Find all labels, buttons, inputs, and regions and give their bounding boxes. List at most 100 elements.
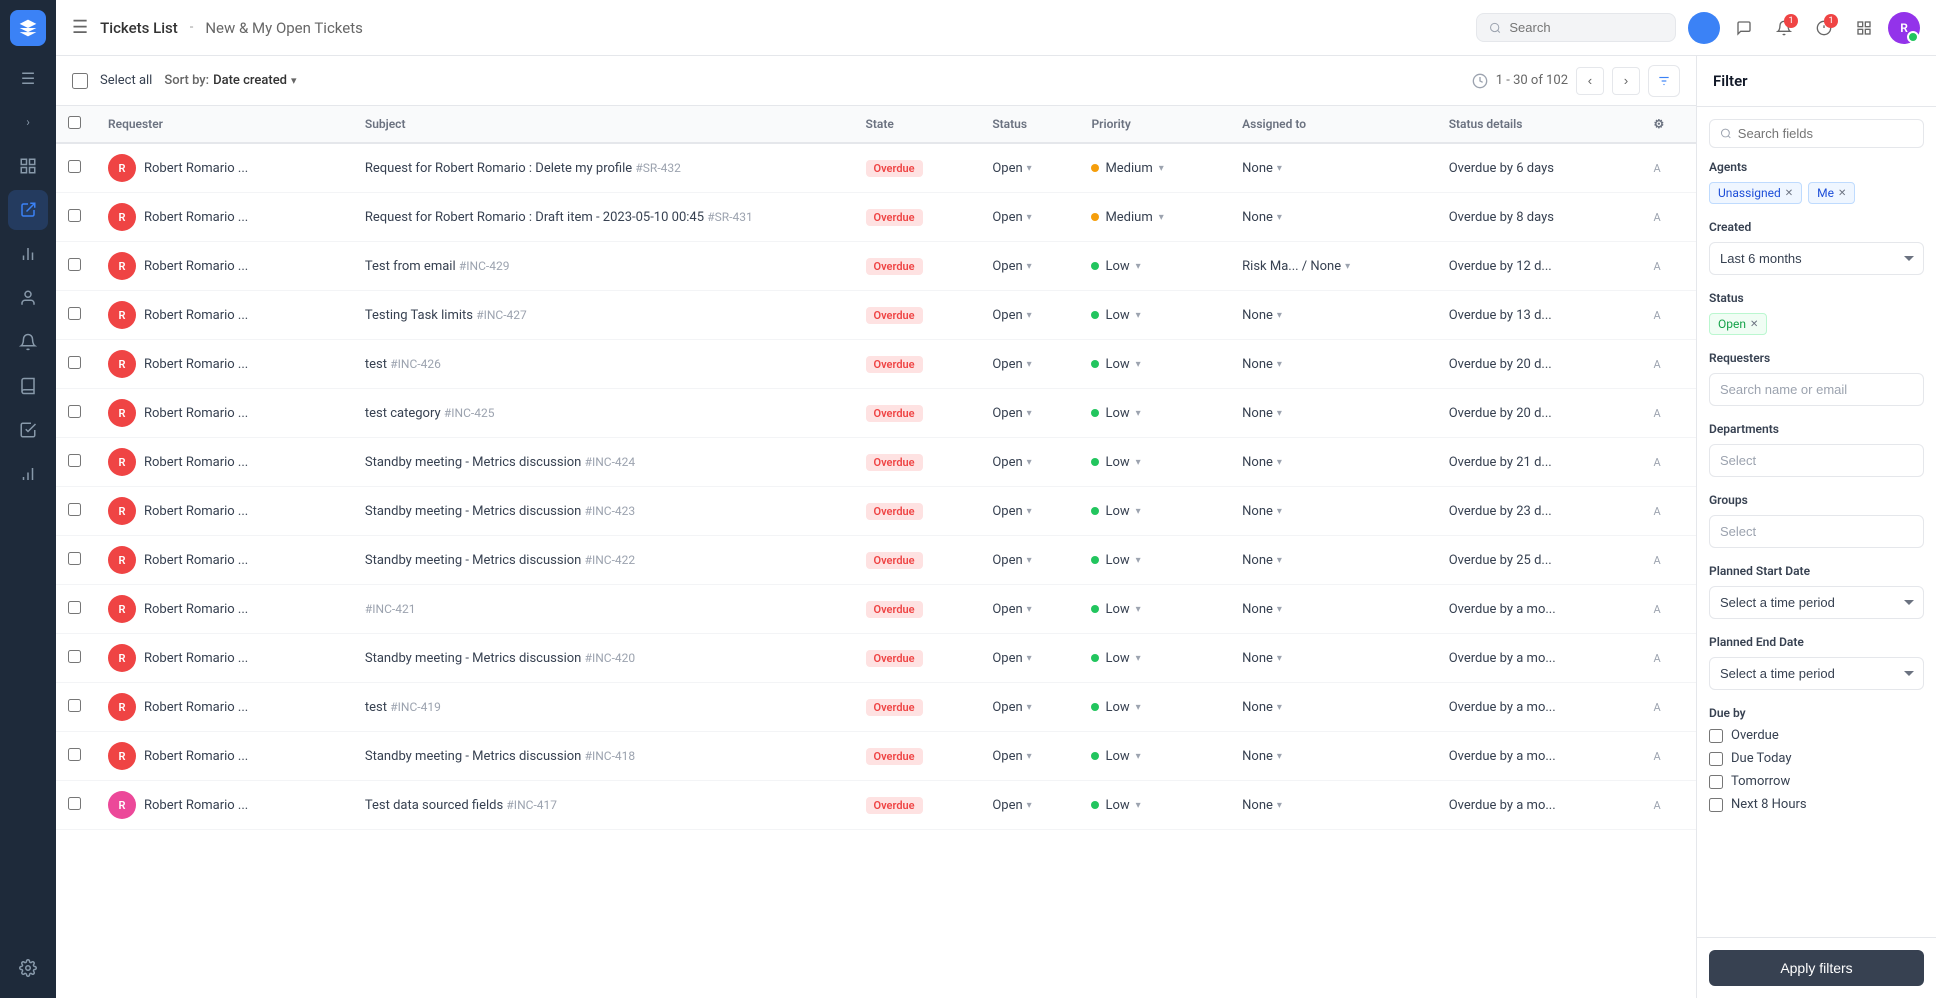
assigned-chevron-icon[interactable]: ▾ — [1277, 457, 1282, 468]
assigned-chevron-icon[interactable]: ▾ — [1277, 212, 1282, 223]
remove-unassigned-button[interactable]: ✕ — [1785, 188, 1793, 199]
apply-filters-button[interactable]: Apply filters — [1709, 950, 1924, 986]
priority-chevron-icon[interactable]: ▾ — [1136, 555, 1141, 566]
filter-search-input[interactable] — [1738, 126, 1913, 141]
assigned-chevron-icon[interactable]: ▾ — [1277, 408, 1282, 419]
status-chevron-icon[interactable]: ▾ — [1027, 653, 1032, 664]
table-header-checkbox[interactable] — [68, 116, 81, 129]
assigned-chevron-icon[interactable]: ▾ — [1277, 555, 1282, 566]
priority-chevron-icon[interactable]: ▾ — [1136, 310, 1141, 321]
status-chevron-icon[interactable]: ▾ — [1027, 555, 1032, 566]
priority-chevron-icon[interactable]: ▾ — [1136, 702, 1141, 713]
sidebar-item-hamburger[interactable]: ☰ — [8, 58, 48, 98]
due-today-checkbox[interactable] — [1709, 752, 1723, 766]
assigned-chevron-icon[interactable]: ▾ — [1277, 751, 1282, 762]
sidebar-item-reports[interactable] — [8, 454, 48, 494]
status-chevron-icon[interactable]: ▾ — [1027, 751, 1032, 762]
priority-chevron-icon[interactable]: ▾ — [1136, 751, 1141, 762]
row-checkbox[interactable] — [68, 209, 81, 222]
row-checkbox[interactable] — [68, 160, 81, 173]
sidebar-item-expand[interactable]: › — [8, 102, 48, 142]
priority-chevron-icon[interactable]: ▾ — [1136, 359, 1141, 370]
row-checkbox[interactable] — [68, 797, 81, 810]
priority-chevron-icon[interactable]: ▾ — [1159, 212, 1164, 223]
groups-input[interactable] — [1709, 515, 1924, 548]
row-checkbox[interactable] — [68, 650, 81, 663]
overdue-checkbox[interactable] — [1709, 729, 1723, 743]
priority-chevron-icon[interactable]: ▾ — [1136, 506, 1141, 517]
sidebar-item-tasks[interactable] — [8, 410, 48, 450]
status-chevron-icon[interactable]: ▾ — [1027, 457, 1032, 468]
priority-chevron-icon[interactable]: ▾ — [1136, 800, 1141, 811]
assigned-chevron-icon[interactable]: ▾ — [1277, 163, 1282, 174]
requesters-search-input[interactable] — [1709, 373, 1924, 406]
select-all-checkbox[interactable] — [72, 73, 88, 89]
topbar-menu-icon[interactable]: ☰ — [72, 17, 88, 38]
status-chevron-icon[interactable]: ▾ — [1027, 359, 1032, 370]
row-checkbox[interactable] — [68, 405, 81, 418]
remove-open-button[interactable]: ✕ — [1750, 319, 1758, 330]
checkbox-next-8-hours[interactable]: Next 8 Hours — [1709, 797, 1924, 812]
assigned-chevron-icon[interactable]: ▾ — [1345, 261, 1350, 272]
assigned-chevron-icon[interactable]: ▾ — [1277, 702, 1282, 713]
assigned-chevron-icon[interactable]: ▾ — [1277, 359, 1282, 370]
priority-chevron-icon[interactable]: ▾ — [1136, 457, 1141, 468]
status-chevron-icon[interactable]: ▾ — [1027, 604, 1032, 615]
created-select[interactable]: Last 6 months Last month Last week Today… — [1709, 242, 1924, 275]
status-chevron-icon[interactable]: ▾ — [1027, 702, 1032, 713]
status-chevron-icon[interactable]: ▾ — [1027, 800, 1032, 811]
notifications-button[interactable]: 1 — [1768, 12, 1800, 44]
assigned-chevron-icon[interactable]: ▾ — [1277, 653, 1282, 664]
topbar-search-input[interactable] — [1509, 20, 1663, 35]
remove-me-button[interactable]: ✕ — [1838, 188, 1846, 199]
user-avatar[interactable]: R — [1888, 12, 1920, 44]
priority-chevron-icon[interactable]: ▾ — [1136, 261, 1141, 272]
priority-chevron-icon[interactable]: ▾ — [1136, 604, 1141, 615]
sidebar-item-tickets[interactable] — [8, 190, 48, 230]
planned-start-select[interactable]: Select a time period Today This week Thi… — [1709, 586, 1924, 619]
departments-input[interactable] — [1709, 444, 1924, 477]
status-chevron-icon[interactable]: ▾ — [1027, 408, 1032, 419]
assigned-chevron-icon[interactable]: ▾ — [1277, 800, 1282, 811]
sidebar-item-contacts[interactable] — [8, 278, 48, 318]
sidebar-item-settings[interactable] — [8, 948, 48, 988]
sidebar-item-dashboard[interactable] — [8, 146, 48, 186]
status-chevron-icon[interactable]: ▾ — [1027, 212, 1032, 223]
add-button[interactable] — [1688, 12, 1720, 44]
status-chevron-icon[interactable]: ▾ — [1027, 261, 1032, 272]
pagination-next[interactable]: › — [1612, 67, 1640, 95]
checkbox-due-today[interactable]: Due Today — [1709, 751, 1924, 766]
next-8-hours-checkbox[interactable] — [1709, 798, 1723, 812]
filter-toggle-button[interactable] — [1648, 65, 1680, 97]
row-checkbox[interactable] — [68, 258, 81, 271]
grid-button[interactable] — [1848, 12, 1880, 44]
status-chevron-icon[interactable]: ▾ — [1027, 163, 1032, 174]
row-checkbox[interactable] — [68, 307, 81, 320]
row-checkbox[interactable] — [68, 748, 81, 761]
sort-by[interactable]: Sort by: Date created ▾ — [164, 73, 296, 88]
sidebar-item-analytics[interactable] — [8, 234, 48, 274]
row-checkbox[interactable] — [68, 552, 81, 565]
alerts-button[interactable]: 1 — [1808, 12, 1840, 44]
app-logo[interactable] — [10, 10, 46, 46]
row-checkbox[interactable] — [68, 601, 81, 614]
row-checkbox[interactable] — [68, 699, 81, 712]
row-checkbox[interactable] — [68, 503, 81, 516]
checkbox-tomorrow[interactable]: Tomorrow — [1709, 774, 1924, 789]
col-settings-icon[interactable]: ⚙ — [1654, 117, 1665, 131]
status-chevron-icon[interactable]: ▾ — [1027, 310, 1032, 321]
assigned-chevron-icon[interactable]: ▾ — [1277, 310, 1282, 321]
status-chevron-icon[interactable]: ▾ — [1027, 506, 1032, 517]
chat-button[interactable] — [1728, 12, 1760, 44]
assigned-chevron-icon[interactable]: ▾ — [1277, 604, 1282, 615]
sidebar-item-alerts[interactable] — [8, 322, 48, 362]
assigned-chevron-icon[interactable]: ▾ — [1277, 506, 1282, 517]
row-checkbox[interactable] — [68, 356, 81, 369]
checkbox-overdue[interactable]: Overdue — [1709, 728, 1924, 743]
pagination-prev[interactable]: ‹ — [1576, 67, 1604, 95]
priority-chevron-icon[interactable]: ▾ — [1159, 163, 1164, 174]
priority-chevron-icon[interactable]: ▾ — [1136, 408, 1141, 419]
planned-end-select[interactable]: Select a time period Today This week Thi… — [1709, 657, 1924, 690]
tomorrow-checkbox[interactable] — [1709, 775, 1723, 789]
priority-chevron-icon[interactable]: ▾ — [1136, 653, 1141, 664]
